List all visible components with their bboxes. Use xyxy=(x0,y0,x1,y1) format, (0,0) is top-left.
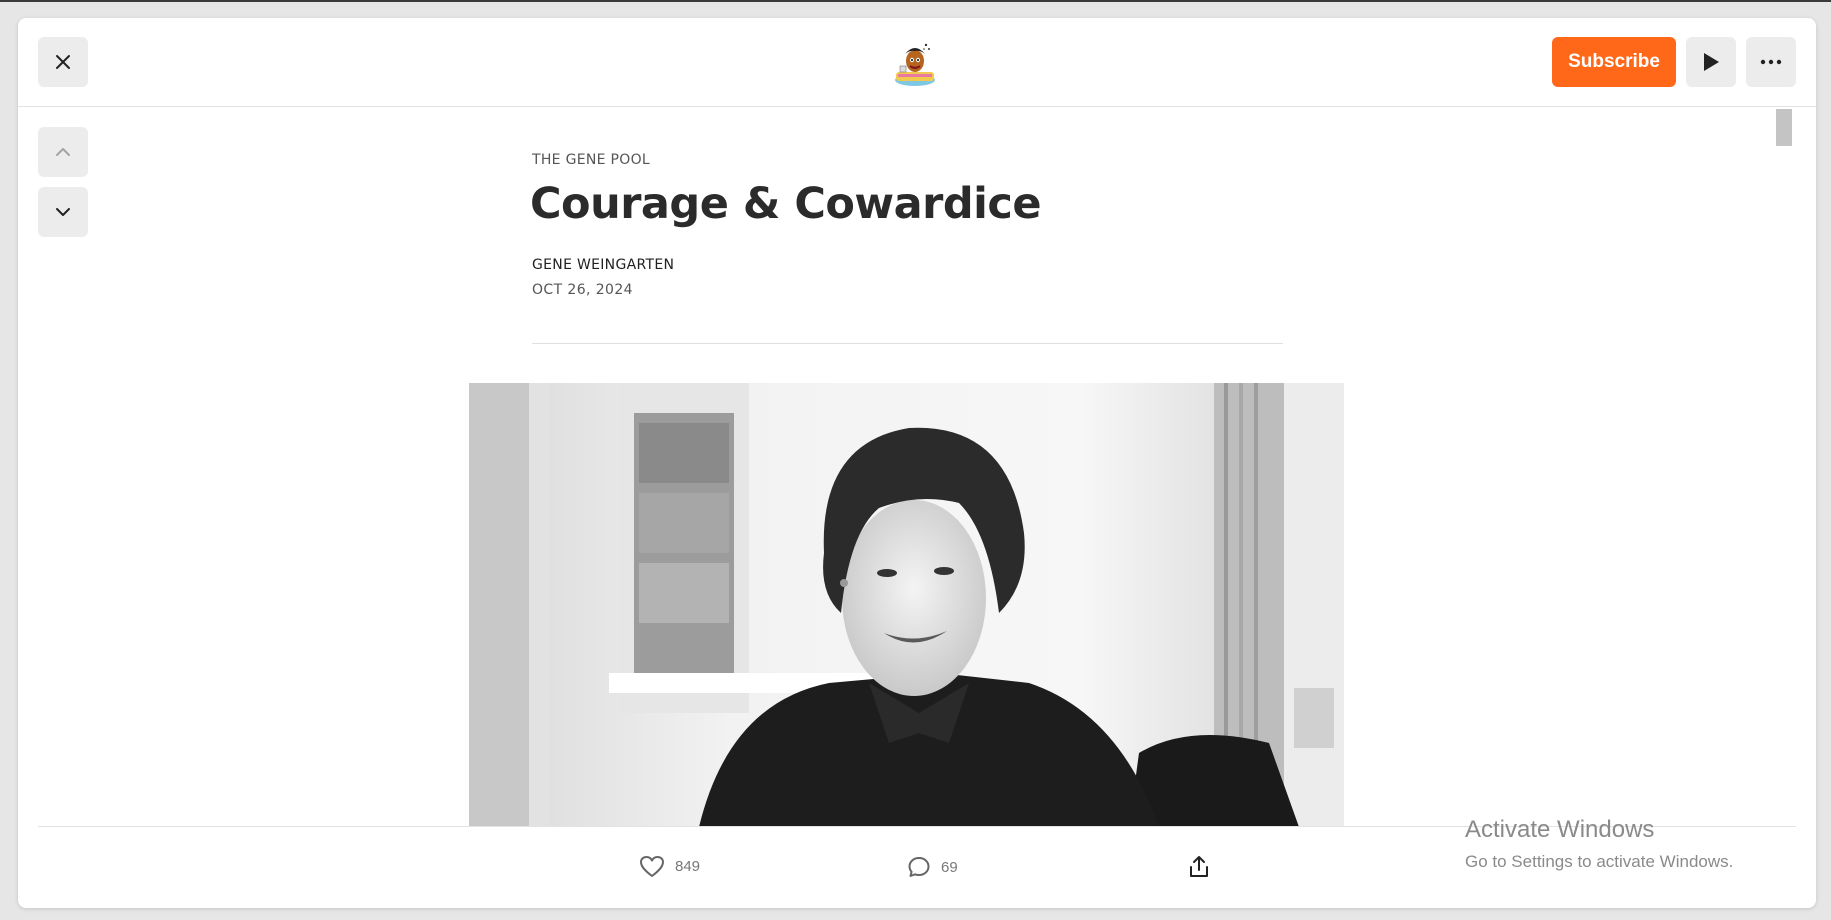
play-icon xyxy=(1704,53,1719,71)
post-title: Courage & Cowardice xyxy=(530,179,1042,229)
close-icon xyxy=(56,55,70,69)
play-button[interactable] xyxy=(1686,37,1736,87)
chevron-up-icon xyxy=(56,148,70,156)
share-icon xyxy=(1190,856,1208,877)
more-icon xyxy=(1760,59,1782,65)
previous-post-button[interactable] xyxy=(38,127,88,177)
divider xyxy=(532,343,1283,344)
post-date: OCT 26, 2024 xyxy=(532,282,633,298)
like-button[interactable]: 849 xyxy=(639,855,700,878)
chevron-down-icon xyxy=(56,208,70,216)
logo-image xyxy=(888,36,942,90)
comment-count: 69 xyxy=(941,858,958,876)
post-hero-photo[interactable] xyxy=(469,383,1344,827)
comment-icon xyxy=(908,857,930,877)
publication-logo[interactable] xyxy=(888,36,942,90)
publication-name[interactable]: THE GENE POOL xyxy=(532,152,650,168)
subscribe-button[interactable]: Subscribe xyxy=(1552,37,1676,87)
author-name[interactable]: GENE WEINGARTEN xyxy=(532,257,674,273)
next-post-button[interactable] xyxy=(38,187,88,237)
watermark-title: Activate Windows xyxy=(1465,816,1655,843)
watermark-subtitle: Go to Settings to activate Windows. xyxy=(1465,852,1734,871)
more-options-button[interactable] xyxy=(1746,37,1796,87)
hero-image xyxy=(469,383,1344,827)
like-count: 849 xyxy=(675,858,701,875)
window-top-border xyxy=(0,0,1831,2)
modal-header: Subscribe xyxy=(18,18,1816,107)
close-button[interactable] xyxy=(38,37,88,87)
windows-activation-watermark: Activate Windows Go to Settings to activ… xyxy=(1465,816,1733,872)
comments-button[interactable]: 69 xyxy=(907,855,958,879)
heart-icon xyxy=(640,856,664,877)
share-button[interactable] xyxy=(1188,855,1210,879)
scrollbar-thumb[interactable] xyxy=(1776,109,1792,146)
post-modal: Subscribe THE GENE POOL Courage & Coward… xyxy=(18,18,1816,908)
